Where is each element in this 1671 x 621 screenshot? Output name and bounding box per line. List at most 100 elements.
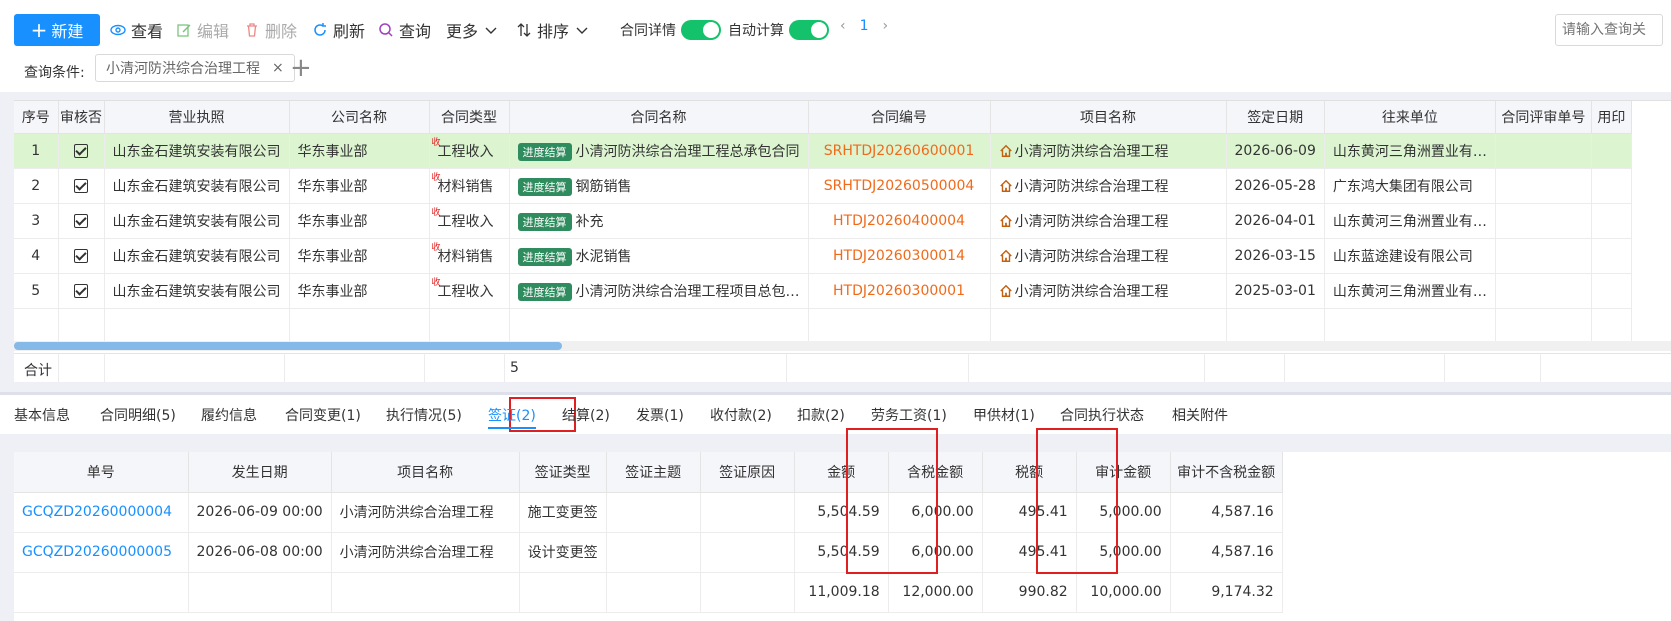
table-row[interactable]: 1 山东金石建筑安装有限公司 华东事业部收工程收入 进度结算 小清河防洪综合治理工程总承… xyxy=(14,133,1632,169)
contract-code-link[interactable]: SRHTDJ20260500004 xyxy=(808,168,991,204)
tab-item[interactable]: 履约信息 xyxy=(201,405,257,425)
column-header[interactable]: 签定日期 xyxy=(1226,101,1325,134)
column-header[interactable]: 合同类型 xyxy=(429,101,510,134)
horizontal-scrollbar[interactable] xyxy=(14,341,1671,351)
contract-name-cell[interactable]: 进度结算 小清河防洪综合治理工程总承包合同 xyxy=(509,133,809,169)
add-condition-button[interactable]: + xyxy=(290,54,312,82)
column-header[interactable]: 公司名称 xyxy=(289,101,430,134)
refresh-button[interactable]: 刷新 xyxy=(312,18,365,42)
contract-code-link[interactable]: SRHTDJ20260600001 xyxy=(808,133,991,169)
tab-item[interactable]: 基本信息 xyxy=(14,405,70,425)
contract-type-cell: 收材料销售 xyxy=(429,168,510,204)
scrollbar-thumb[interactable] xyxy=(14,342,562,350)
prev-page-icon[interactable]: ‹ xyxy=(840,18,846,34)
audit-checkbox[interactable] xyxy=(58,238,105,274)
tab-item[interactable]: 甲供材(1) xyxy=(973,405,1035,425)
tab-item[interactable]: 执行情况(5) xyxy=(386,405,462,425)
project-name-label: 小清河防洪综合治理工程 xyxy=(1014,178,1169,195)
table-row[interactable]: 3 山东金石建筑安装有限公司 华东事业部收工程收入 进度结算 补充 HTDJ2026040… xyxy=(14,203,1632,239)
tab-item[interactable]: 劳务工资(1) xyxy=(871,405,947,425)
view-button[interactable]: 查看 xyxy=(110,18,163,42)
column-header[interactable]: 序号 xyxy=(14,101,59,134)
partner-cell: 山东黄河三角洲置业有… xyxy=(1324,203,1496,239)
table-row[interactable]: 5 山东金石建筑安装有限公司 华东事业部收工程收入 进度结算 小清河防洪综合治理工程项目… xyxy=(14,273,1632,309)
tab-item[interactable]: 发票(1) xyxy=(636,405,684,425)
column-header[interactable]: 营业执照 xyxy=(104,101,290,134)
contract-name-cell[interactable]: 进度结算 水泥销售 xyxy=(509,238,809,274)
contract-name-cell[interactable]: 进度结算 补充 xyxy=(509,203,809,239)
total-audit: 10,000.00 xyxy=(1076,572,1171,613)
column-header[interactable]: 单号 xyxy=(14,452,189,493)
tab-item[interactable]: 结算(2) xyxy=(562,405,610,425)
contract-type-label: 材料销售 xyxy=(437,248,494,265)
tab-item[interactable]: 扣款(2) xyxy=(797,405,845,425)
new-button[interactable]: + 新建 xyxy=(14,14,100,46)
column-header[interactable]: 审计不含税金额 xyxy=(1170,452,1283,493)
auto-calc-switch[interactable] xyxy=(789,20,829,40)
chevron-down-icon xyxy=(576,27,588,34)
table-row[interactable]: 4 山东金石建筑安装有限公司 华东事业部收材料销售 进度结算 水泥销售 HTDJ20260… xyxy=(14,238,1632,274)
column-header[interactable]: 签证主题 xyxy=(606,452,701,493)
visa-code-link[interactable]: GCQZD20260000005 xyxy=(14,532,189,573)
column-header[interactable]: 签证原因 xyxy=(700,452,795,493)
edit-button[interactable]: 编辑 xyxy=(176,18,229,42)
search-input[interactable] xyxy=(1555,14,1663,46)
home-icon xyxy=(999,249,1012,262)
tab-item[interactable]: 相关附件 xyxy=(1172,405,1228,425)
contract-detail-toggle[interactable]: 合同详情 xyxy=(620,18,721,42)
chevron-down-icon xyxy=(485,27,497,34)
visa-code-link[interactable]: GCQZD20260000004 xyxy=(14,492,189,533)
project-cell: 小清河防洪综合治理工程 xyxy=(331,532,520,573)
audit-checkbox[interactable] xyxy=(58,273,105,309)
column-header[interactable]: 合同评审单号 xyxy=(1495,101,1592,134)
table-row[interactable]: 2 山东金石建筑安装有限公司 华东事业部收材料销售 进度结算 钢筋销售 SRHTDJ202… xyxy=(14,168,1632,204)
column-header[interactable]: 审核否 xyxy=(58,101,105,134)
total-amount: 11,009.18 xyxy=(794,572,889,613)
column-header[interactable]: 合同名称 xyxy=(509,101,809,134)
tab-item[interactable]: 合同变更(1) xyxy=(285,405,361,425)
toolbar: + 新建 查看 编辑 删除 刷新 查询 更多 排序 合同详情 自动计算 ‹ 1 xyxy=(0,0,1671,60)
seal-cell xyxy=(1591,133,1632,169)
receive-mark: 收 xyxy=(431,172,441,183)
audit-checkbox[interactable] xyxy=(58,133,105,169)
query-button[interactable]: 查询 xyxy=(378,18,431,42)
column-header[interactable]: 发生日期 xyxy=(188,452,332,493)
tab-item[interactable]: 合同执行状态 xyxy=(1060,405,1144,425)
tab-item[interactable]: 合同明细(5) xyxy=(100,405,176,425)
query-tag[interactable]: 小清河防洪综合治理工程 × xyxy=(95,54,295,82)
contract-code-link[interactable]: HTDJ20260300014 xyxy=(808,238,991,274)
audit-checkbox[interactable] xyxy=(58,168,105,204)
column-header[interactable]: 项目名称 xyxy=(990,101,1227,134)
column-header[interactable]: 签证类型 xyxy=(519,452,607,493)
tab-item[interactable]: 签证(2) xyxy=(488,405,536,429)
contract-name-cell[interactable]: 进度结算 钢筋销售 xyxy=(509,168,809,204)
close-icon[interactable]: × xyxy=(272,60,284,76)
auto-calc-toggle[interactable]: 自动计算 xyxy=(728,18,829,42)
column-header[interactable]: 合同编号 xyxy=(808,101,991,134)
business-license-cell: 山东金石建筑安装有限公司 xyxy=(104,203,290,239)
project-name-label: 小清河防洪综合治理工程 xyxy=(1014,283,1169,300)
next-page-icon[interactable]: › xyxy=(883,18,889,34)
review-number-cell xyxy=(1495,133,1592,169)
sign-date-cell: 2026-03-15 xyxy=(1226,238,1325,274)
column-header[interactable]: 往来单位 xyxy=(1324,101,1496,134)
contract-code-link[interactable]: HTDJ20260300001 xyxy=(808,273,991,309)
seal-cell xyxy=(1591,203,1632,239)
column-header[interactable]: 用印 xyxy=(1591,101,1632,134)
view-label: 查看 xyxy=(131,22,164,41)
column-header[interactable]: 项目名称 xyxy=(331,452,520,493)
current-page[interactable]: 1 xyxy=(860,18,869,34)
delete-button[interactable]: 删除 xyxy=(244,18,297,42)
tab-item[interactable]: 收付款(2) xyxy=(710,405,772,425)
audit-checkbox[interactable] xyxy=(58,203,105,239)
sort-dropdown[interactable]: 排序 xyxy=(516,18,590,42)
more-dropdown[interactable]: 更多 xyxy=(446,18,499,42)
contract-detail-switch[interactable] xyxy=(681,20,721,40)
contract-name-cell[interactable]: 进度结算 小清河防洪综合治理工程项目总包… xyxy=(509,273,809,309)
sort-icon xyxy=(517,23,531,37)
contract-code-link[interactable]: HTDJ20260400004 xyxy=(808,203,991,239)
receive-mark: 收 xyxy=(431,207,441,218)
home-icon xyxy=(999,284,1012,297)
totals-row: 11,009.18 12,000.00 990.82 10,000.00 9,174.3… xyxy=(14,572,1283,613)
visa-reason-cell xyxy=(700,492,795,533)
